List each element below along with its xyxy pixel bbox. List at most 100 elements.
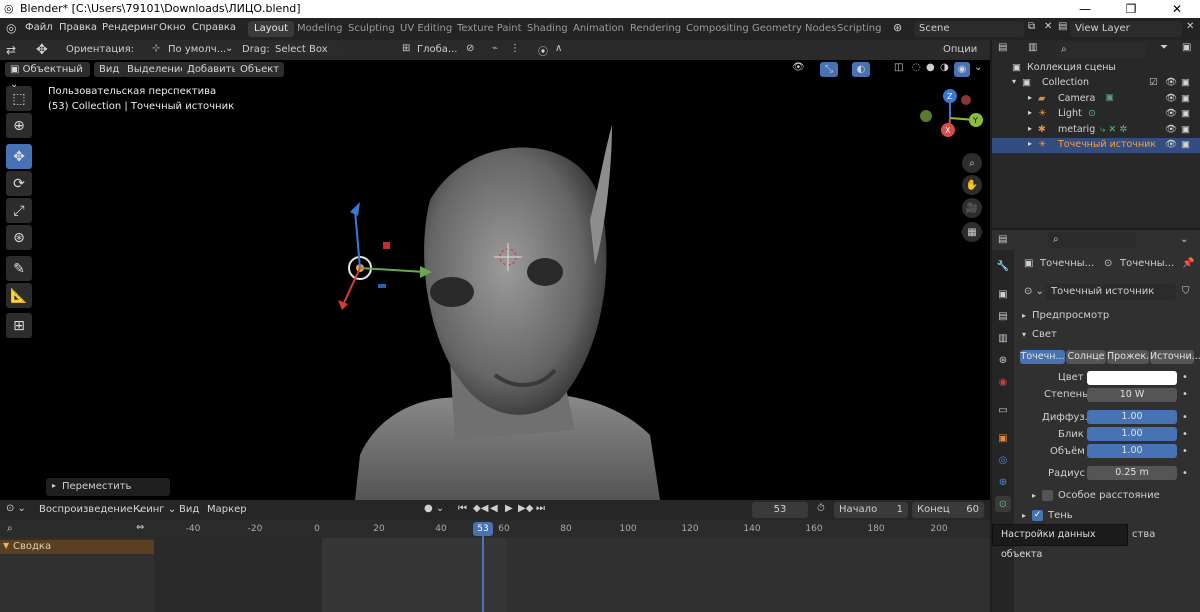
light-datablock-field[interactable]: Точечный источник — [1046, 284, 1176, 300]
menu-object[interactable]: Объект — [235, 62, 285, 77]
view-layer-close-icon[interactable]: ✕ — [1186, 21, 1194, 32]
light-panel-header[interactable]: Свет — [1032, 329, 1057, 340]
last-operator-panel[interactable]: ▸ Переместить — [46, 478, 170, 496]
close-button[interactable]: ✕ — [1154, 0, 1200, 18]
custom-distance-checkbox[interactable] — [1042, 490, 1053, 501]
chevron-down-icon[interactable]: ▾ — [1022, 330, 1026, 339]
annotate-tool-button[interactable]: ✎ — [6, 256, 32, 281]
shading-options-icon[interactable]: ⌄ — [974, 62, 982, 73]
timeline-view-menu[interactable]: Вид — [174, 502, 204, 517]
chevron-right-icon[interactable]: ▸ — [1028, 124, 1032, 133]
visibility-icon[interactable]: 👁 — [792, 62, 805, 73]
chevron-right-icon[interactable]: ▸ — [1028, 108, 1032, 117]
stopwatch-icon[interactable]: ⏱ — [817, 503, 825, 514]
play-icon[interactable]: ▶ — [505, 503, 513, 514]
light-type-area[interactable]: Источни... — [1150, 350, 1200, 364]
timeline-marker-menu[interactable]: Маркер — [202, 502, 252, 517]
outliner-item-camera[interactable]: ▸ ▰ Camera ▣ 👁 ▣ — [992, 92, 1200, 107]
proportional-edit-icon[interactable]: ⦿ — [538, 43, 548, 58]
camera-render-icon[interactable]: ▣ — [1181, 108, 1190, 119]
menu-help[interactable]: Справка — [192, 22, 236, 33]
power-field[interactable]: 10 W — [1087, 388, 1177, 402]
camera-render-icon[interactable]: ▣ — [1181, 77, 1190, 88]
constraints-tab-icon[interactable]: ⊕ — [995, 474, 1011, 490]
start-frame-field[interactable]: Начало 1 — [834, 502, 908, 518]
tab-uv-editing[interactable]: UV Editing — [394, 21, 458, 37]
measure-tool-button[interactable]: 📐 — [6, 283, 32, 308]
record-icon[interactable]: ● ⌄ — [424, 503, 444, 514]
display-mode-icon[interactable]: ▥ — [1028, 42, 1037, 53]
timeline-editor-icon[interactable]: ⊙ ⌄ — [6, 503, 26, 514]
eye-icon[interactable]: 👁 — [1165, 93, 1177, 104]
tab-animation[interactable]: Animation — [567, 21, 630, 37]
output-tab-icon[interactable]: ▤ — [995, 308, 1011, 324]
jump-end-icon[interactable]: ⏭ — [536, 503, 545, 514]
tab-rendering[interactable]: Rendering — [624, 21, 687, 37]
dopesheet-area[interactable] — [154, 538, 322, 612]
transform-tool-button[interactable]: ⊛ — [6, 225, 32, 250]
pivot-icon[interactable]: ⊘ — [466, 43, 474, 54]
swap-arrows-icon[interactable]: ⇔ — [136, 522, 144, 533]
scene-field[interactable]: Scene — [914, 21, 1024, 37]
chevron-right-icon[interactable]: ▸ — [1032, 491, 1036, 500]
render-tab-icon[interactable]: ▣ — [995, 286, 1011, 302]
view-layer-tab-icon[interactable]: ▥ — [995, 330, 1011, 346]
xray-icon[interactable]: ◫ — [894, 62, 903, 73]
current-frame-field[interactable]: 53 — [752, 502, 808, 518]
outliner-search-input[interactable]: ⌕ — [1056, 42, 1146, 58]
scale-tool-button[interactable]: ⤢ — [6, 198, 32, 223]
blender-menu-icon[interactable]: ◎ — [6, 21, 16, 35]
menu-window[interactable]: Окно — [159, 22, 186, 33]
camera-view-icon[interactable]: 🎥 — [962, 198, 982, 218]
view-layer-icon[interactable]: ▤ — [1058, 21, 1067, 32]
solid-shading-icon[interactable]: ● — [926, 62, 935, 73]
overlay-toggle-icon[interactable]: ◐ — [852, 62, 870, 77]
tab-layout[interactable]: Layout — [248, 21, 294, 37]
tab-texture-paint[interactable]: Texture Paint — [451, 21, 528, 37]
object-mode-dropdown[interactable]: ▣ Объектный ⌄ — [5, 62, 90, 90]
timeline-search-input[interactable]: ⌕ — [2, 521, 152, 537]
diffuse-field[interactable]: 1.00 — [1087, 410, 1177, 424]
collection-row[interactable]: ▾ ▣ Collection ☑ 👁 ▣ — [992, 76, 1200, 91]
prev-keyframe-icon[interactable]: ◆◀ — [473, 503, 488, 514]
orientation-dropdown[interactable]: По умолч... — [168, 44, 226, 55]
radius-field[interactable]: 0.25 m — [1087, 466, 1177, 480]
menu-view[interactable]: Вид — [94, 62, 125, 77]
scene-tab-icon[interactable]: ⊛ — [995, 352, 1011, 368]
scene-icon[interactable]: ⊛ — [893, 21, 902, 34]
keyframe-dot-icon[interactable]: • — [1182, 412, 1188, 423]
tab-compositing[interactable]: Compositing — [680, 21, 755, 37]
add-cube-tool-button[interactable]: ⊞ — [6, 313, 32, 338]
tab-scripting[interactable]: Scripting — [831, 21, 887, 37]
physics-tab-icon[interactable]: ◎ — [995, 452, 1011, 468]
eye-icon[interactable]: 👁 — [1165, 77, 1177, 88]
snap-target-icon[interactable]: ⋮ — [510, 43, 520, 54]
volume-field[interactable]: 1.00 — [1087, 444, 1177, 458]
keyframe-dot-icon[interactable]: • — [1182, 429, 1188, 440]
chevron-down-icon[interactable]: ▼ — [3, 541, 9, 550]
transform-orientation-icon[interactable]: ⊞ — [402, 43, 410, 54]
pin-icon[interactable]: 📌 — [1182, 258, 1194, 269]
maximize-button[interactable]: ❐ — [1108, 0, 1154, 18]
tool-tab-icon[interactable]: 🔧 — [995, 258, 1011, 274]
ortho-grid-icon[interactable]: ▦ — [962, 222, 982, 242]
light-type-point[interactable]: Точечн... — [1020, 350, 1065, 364]
menu-edit[interactable]: Правка — [59, 22, 97, 33]
menu-file[interactable]: Файл — [25, 22, 53, 33]
gizmo-toggle-icon[interactable]: ⤡ — [820, 62, 838, 77]
timeline-body[interactable]: ▼ Сводка — [0, 538, 990, 612]
frame-range-area[interactable] — [322, 538, 506, 612]
eye-icon[interactable]: 👁 — [1165, 108, 1177, 119]
material-shading-icon[interactable]: ◑ — [940, 62, 949, 73]
drag-dropdown[interactable]: Select Box — [270, 42, 344, 58]
filter-icon[interactable]: ⏷ — [1160, 42, 1168, 53]
object-tab-icon[interactable]: ▣ — [995, 430, 1011, 446]
chevron-down-icon[interactable]: ▾ — [1012, 77, 1016, 86]
options-dropdown[interactable]: Опции — [938, 42, 986, 58]
tab-sculpting[interactable]: Sculpting — [342, 21, 401, 37]
transform-tool-icon[interactable]: ⇄ — [6, 43, 16, 57]
playhead-label[interactable]: 53 — [473, 522, 493, 536]
chevron-right-icon[interactable]: ▸ — [1022, 311, 1026, 320]
specular-field[interactable]: 1.00 — [1087, 427, 1177, 441]
scene-collection-row[interactable]: ▣ Коллекция сцены — [992, 61, 1200, 76]
